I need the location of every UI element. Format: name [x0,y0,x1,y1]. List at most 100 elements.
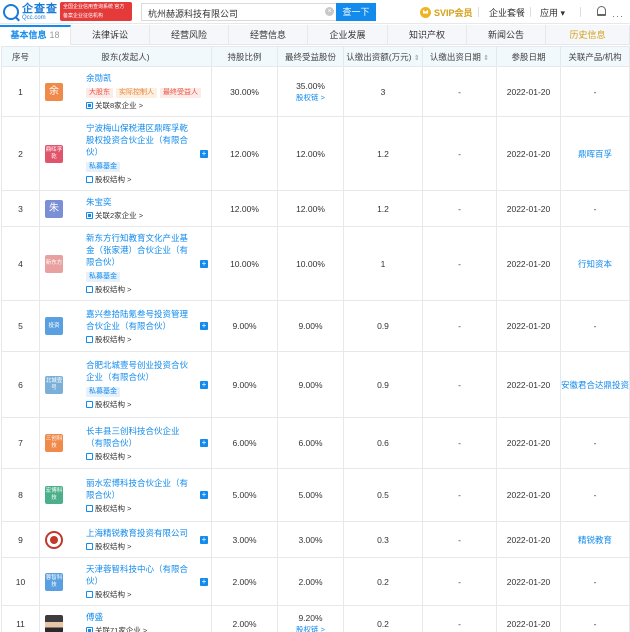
shareholder-cell: 三创科技 长丰县三创科技合伙企业（有限合伙） 股权结构 > + [39,417,212,469]
structure-icon [86,543,93,550]
tab-history[interactable]: 历史信息 [546,25,630,45]
shareholder-name-link[interactable]: 嘉兴叁拾陆氪叁号投资管理合伙企业（有限合伙） [86,308,207,332]
final-benefit-value: 9.00% [298,379,323,390]
shareholder-name-link[interactable]: 合肥北城壹号创业投资合伙企业（有限合伙） [86,359,207,383]
plus-icon[interactable]: + [200,535,208,544]
shareholder-name-link[interactable]: 丽水宏博科技合伙企业（有限合伙） [86,477,207,501]
tag-badge: 私募基金 [86,387,120,397]
col-products: 关联产品/机构 [560,46,630,67]
avatar[interactable]: 鼎晖孚乾 [45,144,63,163]
tab-legal[interactable]: 法律诉讼 [71,25,150,45]
subscribe-date-cell: - [422,190,497,227]
plus-icon[interactable]: + [200,322,208,330]
final-benefit-value: 9.00% [298,321,323,331]
plus-icon[interactable]: + [200,149,208,158]
avatar[interactable]: 蓉智科技 [45,572,63,591]
avatar-text: 宏博科技 [45,488,63,501]
shareholder-name-link[interactable]: 上海精锐教育投资有限公司 [86,527,207,539]
product-link: - [593,203,597,214]
col-subscribe-date[interactable]: 认缴出资日期 ⇕ [422,46,497,67]
related-companies-link[interactable]: 关联2家企业 > [86,210,207,221]
equity-chain-link[interactable]: 股权链 > [278,92,343,103]
subscribe-date-cell: - [422,521,497,558]
avatar[interactable] [45,614,63,632]
sort-icon: ⇕ [413,54,420,62]
tab-basic-info[interactable]: 基本信息 18 [0,25,71,45]
amount-cell: 0.2 [343,557,423,606]
related-companies-link[interactable]: 关联8家企业 > [86,100,207,111]
more-icon[interactable]: ··· [612,11,624,21]
shareholder-name-link[interactable]: 天津蓉智科技中心（有限合伙） [86,563,207,587]
plus-icon[interactable]: + [200,380,208,389]
link-label: 股权链 > [296,624,325,632]
equity-structure-link[interactable]: 股权结构 > [86,451,207,462]
equity-structure-link[interactable]: 股权结构 > [86,174,207,185]
equity-structure-link[interactable]: 股权结构 > [86,284,207,295]
credit-badge[interactable]: 全国企业信用查询系统 官方备案企业征信机构 [60,2,132,21]
clear-icon[interactable]: × [325,7,334,16]
product-cell: - [560,190,630,227]
avatar[interactable]: 北城壹号 [45,375,63,394]
avatar[interactable]: 三创科技 [45,434,63,452]
final-benefit-value: 9.20% [298,612,323,623]
logo-name: 企查查 [22,2,58,15]
related-companies-link[interactable]: 关联71家企业 > [86,625,207,632]
equity-structure-link[interactable]: 股权结构 > [86,589,207,600]
logo[interactable]: 企查查 Qcc.com [3,3,58,21]
shareholder-name-link[interactable]: 朱宝奕 [86,196,207,208]
link-label: 股权结构 > [95,334,132,344]
enterprise-package-link[interactable]: 企业套餐 [489,6,525,19]
table-row: 4 新东方 新东方行知教育文化产业基金（张家港）合伙企业（有限合伙） 私募基金 股权结构… [1,226,630,301]
equity-chain-link[interactable]: 股权链 > [278,624,343,632]
equity-structure-link[interactable]: 股权结构 > [86,334,207,345]
tab-ip[interactable]: 知识产权 [388,25,467,45]
avatar[interactable]: 宏博科技 [45,486,63,504]
ratio-cell: 12.00% [211,190,278,227]
subscribe-date-cell: - [422,605,497,632]
col-amount[interactable]: 认缴出资额(万元) ⇕ [343,46,423,67]
structure-icon [86,286,93,293]
avatar[interactable]: 余 [45,82,63,101]
equity-structure-link[interactable]: 股权结构 > [86,503,207,514]
product-cell[interactable]: 安徽君合达鼎投资 [560,351,630,418]
ratio-cell: 10.00% [211,226,278,301]
join-date-cell: 2022-01-20 [496,300,561,352]
table-row: 9 上海精锐教育投资有限公司 股权结构 > +3.00% 3.00% 0.3-2022-0… [1,521,630,558]
product-cell[interactable]: 鼎晖百孚 [560,116,630,191]
plus-icon[interactable]: + [200,577,208,586]
avatar[interactable] [45,530,63,549]
shareholder-name-link[interactable]: 傅盛 [86,611,207,623]
product-cell[interactable]: 精锐教育 [560,521,630,558]
table-header-row: 序号 股东(发起人) 持股比例 最终受益股份 认缴出资额(万元) ⇕ 认缴出资日… [1,46,630,67]
avatar-text: 鼎晖孚乾 [45,146,63,160]
plus-icon[interactable]: + [200,491,208,499]
final-benefit-value: 5.00% [298,490,323,500]
join-date-cell: 2022-01-20 [496,190,561,227]
svip-link[interactable]: SVIP会员 [420,4,473,20]
apps-menu[interactable]: 应用 ▾ [540,6,565,19]
avatar[interactable]: 新东方 [45,254,63,273]
tab-news[interactable]: 新闻公告 [467,25,546,45]
avatar[interactable]: 投资 [45,317,63,335]
shareholder-name-link[interactable]: 长丰县三创科技合伙企业（有限合伙） [86,425,207,449]
equity-structure-link[interactable]: 股权结构 > [86,399,207,410]
plus-icon[interactable]: + [200,259,208,268]
link-label: 股权结构 > [95,503,132,513]
ratio-cell: 9.00% [211,300,278,352]
bell-icon[interactable] [597,6,606,16]
tab-risk[interactable]: 经营风险 [150,25,229,45]
magnifier-logo-icon [3,4,19,20]
plus-icon[interactable]: + [200,439,208,447]
shareholder-name-link[interactable]: 宁波梅山保税港区鼎晖孚乾股权投资合伙企业（有限合伙） [86,122,207,158]
avatar[interactable]: 朱 [45,199,63,218]
amount-cell: 0.6 [343,417,423,469]
tag-badge: 最终受益人 [160,88,201,98]
equity-structure-link[interactable]: 股权结构 > [86,541,207,552]
tab-operation[interactable]: 经营信息 [229,25,308,45]
shareholder-name-link[interactable]: 余勋凯 [86,72,207,84]
tab-development[interactable]: 企业发展 [308,25,388,45]
search-input[interactable]: 杭州赫源科技有限公司 [141,3,336,21]
product-cell[interactable]: 行知资本 [560,226,630,301]
shareholder-name-link[interactable]: 新东方行知教育文化产业基金（张家港）合伙企业（有限合伙） [86,232,207,268]
search-button[interactable]: 查一下 [336,3,376,21]
